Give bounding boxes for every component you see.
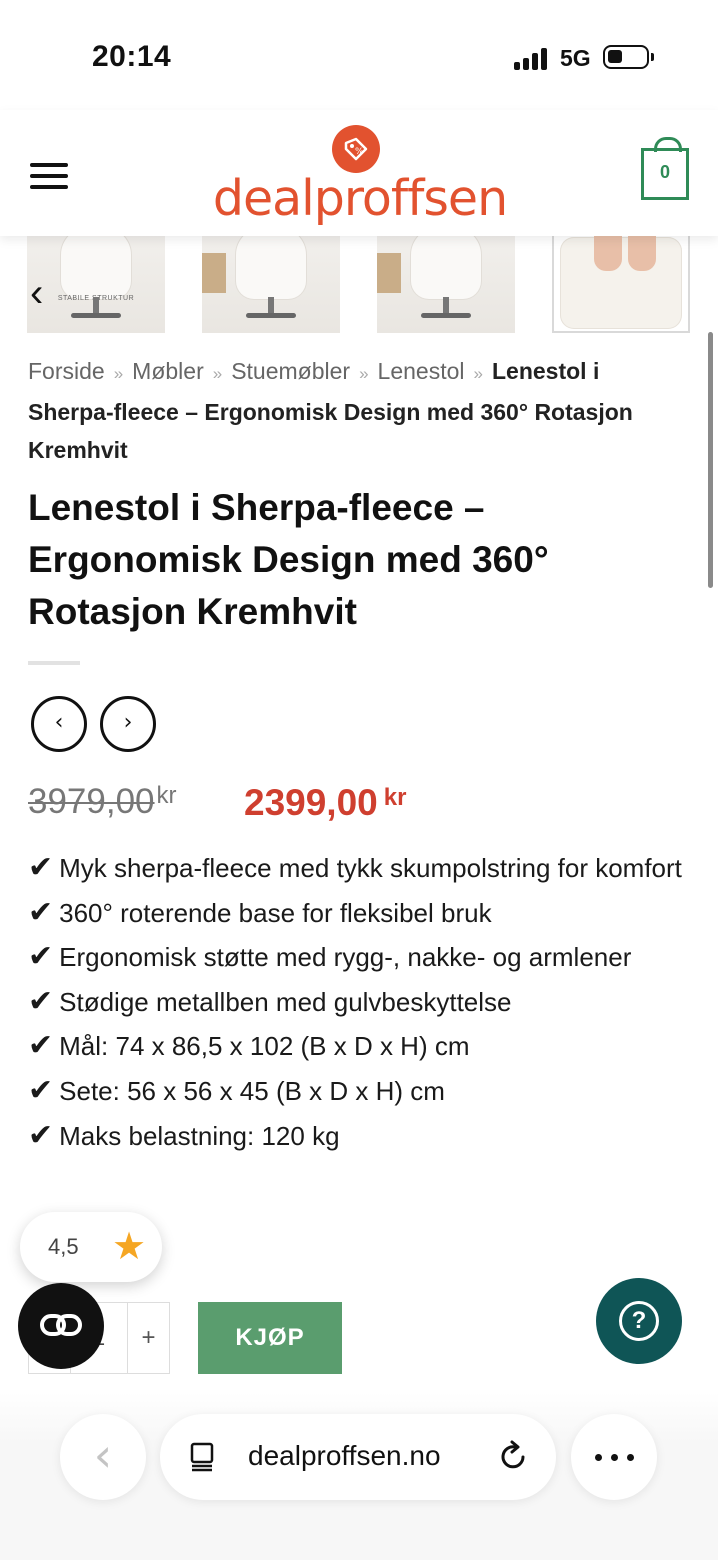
- title-divider: [28, 661, 80, 665]
- breadcrumb-link-lenestol[interactable]: Lenestol: [378, 358, 465, 384]
- sale-price: 2399,00 kr: [244, 782, 406, 824]
- breadcrumb: Forside» Møbler» Stuemøbler» Lenestol» Lenes…: [28, 352, 688, 469]
- breadcrumb-separator: »: [359, 364, 369, 383]
- feature-item: ✔ Stødige metallben med gulvbeskyttelse: [28, 983, 512, 1019]
- cart-count: 0: [659, 162, 670, 182]
- feature-item: ✔ Maks belastning: 120 kg: [28, 1117, 340, 1153]
- breadcrumb-separator: »: [212, 364, 223, 383]
- status-bar: 20:14 5G: [0, 0, 718, 110]
- reload-icon[interactable]: [498, 1440, 530, 1472]
- check-icon: ✔: [28, 939, 54, 975]
- question-icon: ?: [619, 1301, 659, 1341]
- gallery-prev-arrow[interactable]: ‹: [30, 273, 52, 313]
- feature-item: ✔ Myk sherpa-fleece med tykk skumpolstrin…: [28, 850, 682, 885]
- svg-text:%: %: [355, 147, 364, 157]
- signal-icon: [514, 48, 552, 70]
- check-icon: ✔: [28, 894, 54, 930]
- clock: 20:14: [92, 40, 172, 73]
- old-price-currency: kr: [156, 782, 177, 809]
- product-title: Lenestol i Sherpa-fleece – Ergonomisk De…: [28, 487, 549, 632]
- feature-list: ✔ Myk sherpa-fleece med tykk skumpolstrin…: [28, 846, 698, 1158]
- breadcrumb-separator: »: [473, 364, 483, 383]
- browser-toolbar: ‹ dealproffsen.no: [0, 1392, 718, 1560]
- breadcrumb-link-forside[interactable]: Forside: [28, 358, 105, 384]
- check-icon: ✔: [28, 1117, 54, 1153]
- network-label: 5G: [560, 45, 591, 71]
- breadcrumb-link-stuemobler[interactable]: Stuemøbler: [231, 358, 350, 384]
- browser-back-button[interactable]: ‹: [60, 1414, 146, 1500]
- quantity-increase-button[interactable]: +: [127, 1303, 169, 1373]
- breadcrumb-link-mobler[interactable]: Møbler: [132, 358, 204, 384]
- old-price: 3979,00kr: [28, 782, 177, 822]
- buy-button[interactable]: KJØP: [198, 1302, 342, 1374]
- cart-bag-icon[interactable]: 0: [641, 137, 689, 200]
- check-icon: ✔: [28, 850, 54, 885]
- feature-item: ✔ Sete: 56 x 56 x 45 (B x D x H) cm: [28, 1072, 445, 1108]
- hamburger-menu-icon[interactable]: [30, 163, 68, 189]
- star-icon: ★: [112, 1224, 147, 1268]
- old-price-value: 3979,00: [28, 782, 155, 821]
- check-icon: ✔: [28, 1028, 54, 1064]
- feature-item: ✔ 360° roterende base for fleksibel bruk: [28, 894, 492, 930]
- sale-price-value: 2399,00: [244, 782, 378, 823]
- page-scrollbar[interactable]: [708, 332, 713, 588]
- feature-item: ✔ Mål: 74 x 86,5 x 102 (B x D x H) cm: [28, 1028, 470, 1064]
- check-icon: ✔: [28, 983, 54, 1019]
- check-icon: ✔: [28, 1072, 54, 1108]
- breadcrumb-separator: »: [113, 364, 124, 383]
- url-text: dealproffsen.no: [248, 1440, 441, 1471]
- feature-item: ✔ Ergonomisk støtte med rygg-, nakke- og …: [28, 939, 632, 975]
- battery-icon: [603, 45, 654, 69]
- previous-product-button[interactable]: ‹: [31, 696, 87, 752]
- site-header: % dealproffsen 0: [0, 110, 718, 236]
- sale-price-currency: kr: [383, 784, 407, 811]
- logo-tag-icon[interactable]: %: [332, 125, 380, 173]
- address-bar[interactable]: dealproffsen.no: [160, 1414, 556, 1500]
- logo-wordmark[interactable]: dealproffsen: [205, 170, 515, 227]
- chat-link-icon[interactable]: [18, 1283, 104, 1369]
- rating-value: 4,5: [48, 1234, 79, 1259]
- more-options-icon[interactable]: [571, 1414, 657, 1500]
- page-menu-icon[interactable]: [190, 1442, 214, 1472]
- help-button[interactable]: ?: [596, 1278, 682, 1364]
- next-product-button[interactable]: ›: [100, 696, 156, 752]
- rating-badge[interactable]: 4,5 ★: [20, 1212, 162, 1282]
